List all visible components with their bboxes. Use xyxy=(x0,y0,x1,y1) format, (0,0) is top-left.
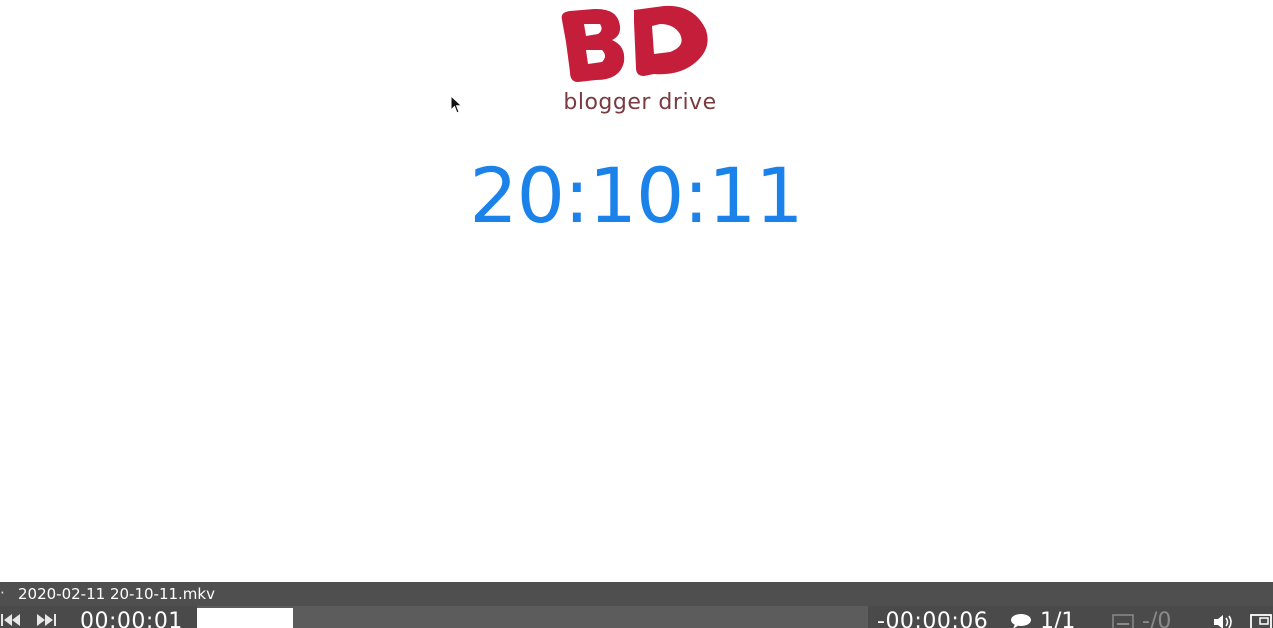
speaker-icon[interactable] xyxy=(1212,613,1236,628)
subtitle-icon[interactable] xyxy=(1112,614,1134,628)
remaining-time: -00:00:06 xyxy=(877,609,989,628)
seek-bar[interactable] xyxy=(197,606,868,628)
skip-back-icon[interactable] xyxy=(0,611,22,628)
blogger-drive-logo xyxy=(561,5,708,82)
clock-display: 20:10:11 xyxy=(469,151,803,240)
speech-bubble-icon[interactable] xyxy=(1010,613,1032,628)
player-osd: · 2020-02-11 20-10-11.mkv 00:00:01 -00:0… xyxy=(0,582,1273,628)
seek-progress xyxy=(197,608,293,628)
osd-controls: 00:00:01 -00:00:06 1/1 -/0 xyxy=(0,606,1273,628)
skip-forward-icon[interactable] xyxy=(35,611,57,628)
video-frame[interactable]: blogger drive 20:10:11 xyxy=(0,0,1273,582)
elapsed-time: 00:00:01 xyxy=(80,609,183,628)
subtitle-track-label[interactable]: -/0 xyxy=(1142,609,1171,628)
file-name: 2020-02-11 20-10-11.mkv xyxy=(18,585,215,603)
osd-title-row: · 2020-02-11 20-10-11.mkv xyxy=(0,582,1273,606)
title-separator: · xyxy=(0,584,5,602)
mouse-pointer-icon xyxy=(450,95,463,114)
logo-text: blogger drive xyxy=(563,90,717,115)
fullscreen-icon[interactable] xyxy=(1249,613,1273,628)
audio-track-label[interactable]: 1/1 xyxy=(1040,609,1075,628)
